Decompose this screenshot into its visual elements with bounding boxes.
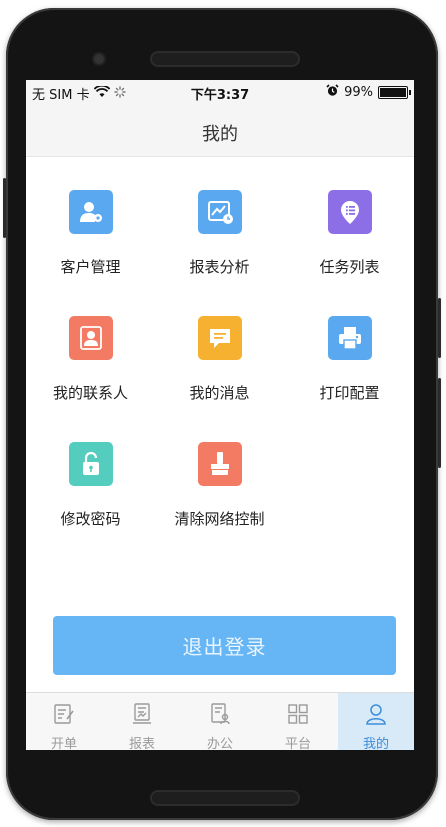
alarm-icon: [326, 84, 339, 101]
unlock-icon: [69, 442, 113, 486]
earpiece-speaker: [152, 53, 298, 65]
tab-office[interactable]: 办公: [182, 693, 258, 750]
volume-button: [3, 178, 6, 238]
menu-item-print-config[interactable]: 打印配置: [285, 282, 414, 408]
message-icon: [198, 316, 242, 360]
tab-label: 我的: [362, 737, 389, 750]
power-button: [438, 298, 441, 358]
menu-item-report-analysis[interactable]: 报表分析: [155, 156, 284, 282]
menu-label: 报表分析: [189, 258, 250, 276]
menu-label: 打印配置: [319, 384, 380, 402]
menu-label: 任务列表: [319, 258, 380, 276]
report-analysis-icon: [198, 190, 242, 234]
order-icon: [52, 702, 76, 726]
printer-icon: [328, 316, 372, 360]
clear-icon: [198, 442, 242, 486]
status-bar: 无 SIM 卡 下午3:37 99%: [26, 80, 414, 104]
battery-icon: [378, 86, 411, 99]
volume-rocker: [438, 378, 441, 468]
menu-item-customer-management[interactable]: 客户管理: [26, 156, 155, 282]
tab-mine[interactable]: 我的: [338, 693, 414, 750]
battery-fill: [380, 88, 406, 97]
tab-label: 报表: [128, 737, 155, 750]
menu-item-change-password[interactable]: 修改密码: [26, 408, 155, 534]
office-icon: [208, 702, 232, 726]
tab-platform[interactable]: 平台: [260, 693, 336, 750]
task-list-icon: [328, 190, 372, 234]
menu-item-my-messages[interactable]: 我的消息: [155, 282, 284, 408]
customer-management-icon: [69, 190, 113, 234]
user-icon: [364, 702, 388, 726]
menu-item-task-list[interactable]: 任务列表: [285, 156, 414, 282]
tab-order[interactable]: 开单: [26, 693, 102, 750]
tab-label: 办公: [206, 737, 233, 750]
menu-label: 我的消息: [189, 384, 250, 402]
tab-bar: 开单 报表 办公 平台 我的: [26, 692, 414, 750]
menu-item-clear-network-control[interactable]: 清除网络控制: [155, 408, 284, 534]
front-camera: [94, 54, 104, 64]
tab-report[interactable]: 报表: [104, 693, 180, 750]
app-screen: 无 SIM 卡 下午3:37 99% 我的 客户管理 报表分析 任务列表 我的联…: [26, 80, 414, 750]
menu-item-my-contacts[interactable]: 我的联系人: [26, 282, 155, 408]
nav-bar: 我的: [26, 104, 414, 157]
tab-label: 平台: [284, 737, 311, 750]
contact-icon: [69, 316, 113, 360]
battery-percent: 99%: [344, 85, 373, 100]
grid-icon: [286, 702, 310, 726]
logout-button[interactable]: 退出登录: [53, 616, 396, 675]
menu-label: 清除网络控制: [174, 510, 265, 528]
page-title: 我的: [202, 124, 238, 145]
tab-label: 开单: [50, 737, 77, 750]
bottom-speaker: [152, 792, 298, 804]
report-icon: [130, 702, 154, 726]
